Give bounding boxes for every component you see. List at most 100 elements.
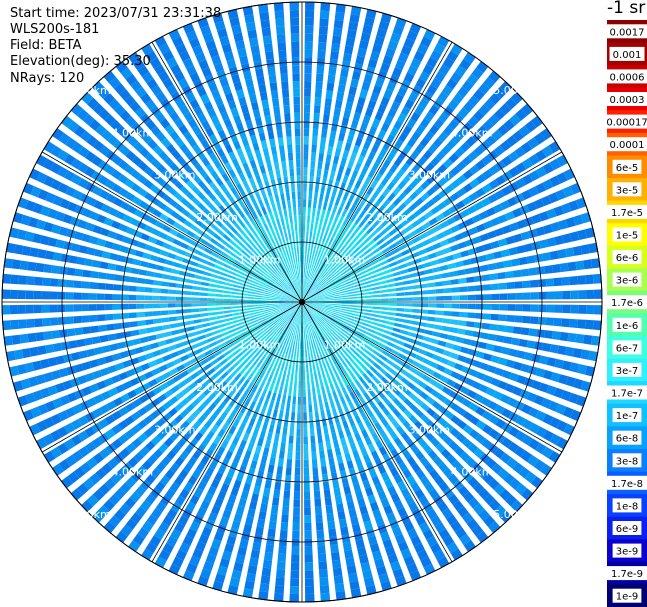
ppi-gate-cell <box>323 218 328 227</box>
ppi-gate-cell <box>278 209 284 218</box>
ppi-gate-cell <box>341 386 348 396</box>
ppi-gate-cell <box>183 303 192 307</box>
ppi-gate-cell <box>276 393 282 403</box>
start-time-label: Start time: 2023/07/31 23:31:38 <box>10 6 222 21</box>
colorbar-tick-label: 0.0003 <box>610 95 645 106</box>
ppi-gate-cell <box>454 336 464 344</box>
ppi-gate-cell <box>270 303 279 305</box>
ppi-gate-cell <box>572 348 583 359</box>
ppi-gate-cell <box>554 291 563 300</box>
ppi-gate-cell <box>211 251 220 259</box>
ppi-gate-cell <box>306 254 309 263</box>
ppi-gate-cell <box>364 291 373 295</box>
ppi-gate-cell <box>316 57 325 67</box>
ppi-gate-cell <box>209 278 218 284</box>
ppi-gate-cell <box>500 346 510 355</box>
ppi-gate-cell <box>191 342 201 349</box>
ppi-gate-cell <box>282 370 287 379</box>
ppi-gate-cell <box>99 261 109 270</box>
ppi-gate-cell <box>76 338 86 348</box>
ppi-gate-cell <box>511 258 520 267</box>
ppi-gate-cell <box>410 345 420 353</box>
ppi-gate-cell <box>449 327 458 334</box>
ppi-gate-cell <box>169 245 179 253</box>
ppi-gate-cell <box>261 27 272 37</box>
ppi-gate-cell <box>292 515 300 523</box>
ppi-gate-cell <box>363 288 373 292</box>
ppi-gate-cell <box>224 313 233 318</box>
ppi-gate-cell <box>201 344 211 352</box>
ppi-gate-cell <box>51 265 60 274</box>
ppi-gate-cell <box>289 586 299 595</box>
ppi-gate-cell <box>309 247 313 256</box>
ppi-gate-cell <box>42 317 51 327</box>
ppi-gate-cell <box>304 104 311 113</box>
ppi-gate-cell <box>260 454 268 464</box>
ring-label: 3.00km <box>409 169 451 182</box>
ppi-gate-cell <box>435 249 445 257</box>
ppi-gate-cell <box>331 43 341 53</box>
ppi-gate-cell <box>304 578 314 587</box>
ppi-gate-cell <box>258 511 267 520</box>
ppi-gate-cell <box>312 128 319 137</box>
ppi-gate-cell <box>159 296 168 301</box>
ppi-gate-cell <box>384 251 393 259</box>
ppi-gate-cell <box>160 288 169 294</box>
ppi-gate-cell <box>450 278 459 285</box>
ppi-gate-cell <box>561 318 570 328</box>
ppi-gate-cell <box>272 409 278 418</box>
ppi-gate-cell <box>209 238 219 246</box>
ppi-gate-cell <box>248 37 259 47</box>
ppi-gate-cell <box>281 514 289 523</box>
ppi-gate-cell <box>345 384 353 393</box>
ppi-gate-cell <box>565 346 575 357</box>
ppi-gate-cell <box>94 249 104 258</box>
ppi-gate-cell <box>152 303 160 309</box>
ppi-gate-cell <box>284 411 290 420</box>
ppi-gate-cell <box>395 358 404 366</box>
ppi-gate-cell <box>268 424 275 433</box>
ppi-gate-cell <box>91 259 101 268</box>
ppi-gate-cell <box>420 303 429 308</box>
ppi-gate-cell <box>441 325 450 332</box>
ppi-gate-cell <box>289 168 295 177</box>
ppi-gate-cell <box>252 167 260 177</box>
ppi-gate-cell <box>19 333 29 344</box>
ppi-gate-cell <box>396 303 405 307</box>
ppi-gate-cell <box>341 304 350 307</box>
ppi-gate-cell <box>258 199 265 208</box>
ppi-gate-cell <box>303 128 310 137</box>
colorbar-tick-label: 1.7e-6 <box>611 298 643 309</box>
ppi-gate-cell <box>388 261 398 268</box>
ppi-gate-cell <box>207 312 217 316</box>
ppi-gate-cell <box>25 304 34 314</box>
ppi-gate-cell <box>315 73 324 82</box>
ppi-gate-cell <box>383 269 392 275</box>
ppi-gate-cell <box>9 305 18 315</box>
ppi-gate-cell <box>312 200 317 209</box>
ppi-gate-cell <box>319 584 330 594</box>
ppi-gate-cell <box>273 2 284 12</box>
ppi-gate-cell <box>226 278 235 283</box>
ppi-gate-cell <box>99 334 109 343</box>
ppi-gate-cell <box>247 508 256 518</box>
ppi-gate-cell <box>298 262 300 271</box>
ppi-gate-cell <box>559 331 569 342</box>
ppi-gate-cell <box>364 309 373 313</box>
ppi-gate-cell <box>293 96 300 105</box>
center-marker <box>299 299 305 305</box>
ppi-gate-cell <box>292 239 296 248</box>
ppi-gate-cell <box>88 293 97 300</box>
ppi-gate-cell <box>242 388 250 398</box>
ppi-gate-cell <box>304 499 311 508</box>
ppi-gate-cell <box>286 240 290 249</box>
ppi-gate-cell <box>57 279 67 288</box>
ppi-gate-cell <box>248 177 256 187</box>
ppi-gate-cell <box>328 456 335 466</box>
ppi-gate-cell <box>506 314 515 323</box>
ppi-gate-cell <box>344 427 352 437</box>
ppi-gate-cell <box>373 298 381 302</box>
ppi-gate-cell <box>73 315 82 324</box>
ppi-gate-cell <box>350 516 359 526</box>
ppi-gate-cell <box>324 401 330 410</box>
